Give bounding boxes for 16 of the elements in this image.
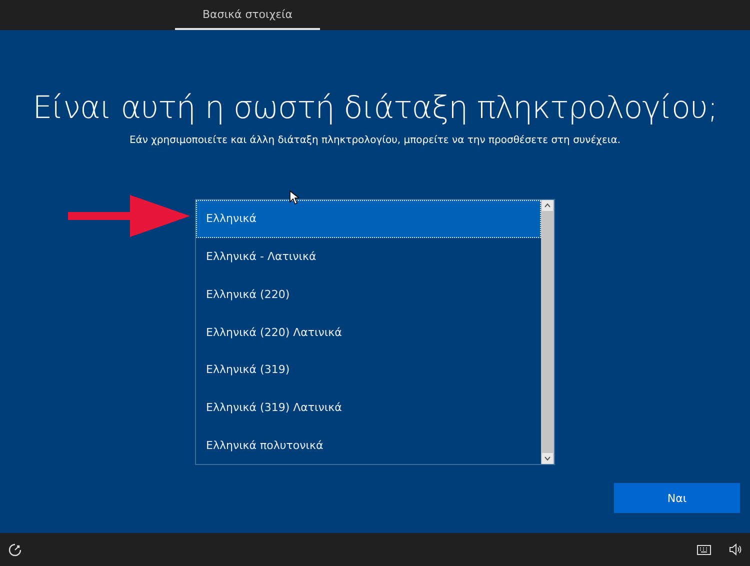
page-subtitle: Εάν χρησιμοποιείτε και άλλη διάταξη πληκτρολογίου, μπορείτε να την προσθέσετε στη συνέχεια. [128,134,622,148]
layout-option[interactable]: Ελληνικά πολυτονικά [196,426,541,464]
layout-option[interactable]: Ελληνικά (319) Λατινικά [196,388,541,426]
layout-option[interactable]: Ελληνικά - Λατινικά [196,238,541,276]
layout-option[interactable]: Ελληνικά (220) [196,275,541,314]
yes-button[interactable]: Ναι [614,483,740,513]
volume-icon[interactable] [729,543,742,556]
page-title: Είναι αυτή η σωστή διάταξη πληκτρολογίου; [32,89,718,128]
accessibility-icon[interactable] [8,542,22,556]
layout-option[interactable]: Ελληνικά [196,200,541,238]
scrollbar[interactable] [541,200,554,464]
layout-option[interactable]: Ελληνικά (319) [196,350,541,389]
layout-option[interactable]: Ελληνικά (220) Λατινικά [196,313,541,351]
keyboard-icon[interactable] [697,544,711,554]
scroll-up-icon[interactable] [542,200,553,211]
scroll-down-icon[interactable] [542,453,553,464]
